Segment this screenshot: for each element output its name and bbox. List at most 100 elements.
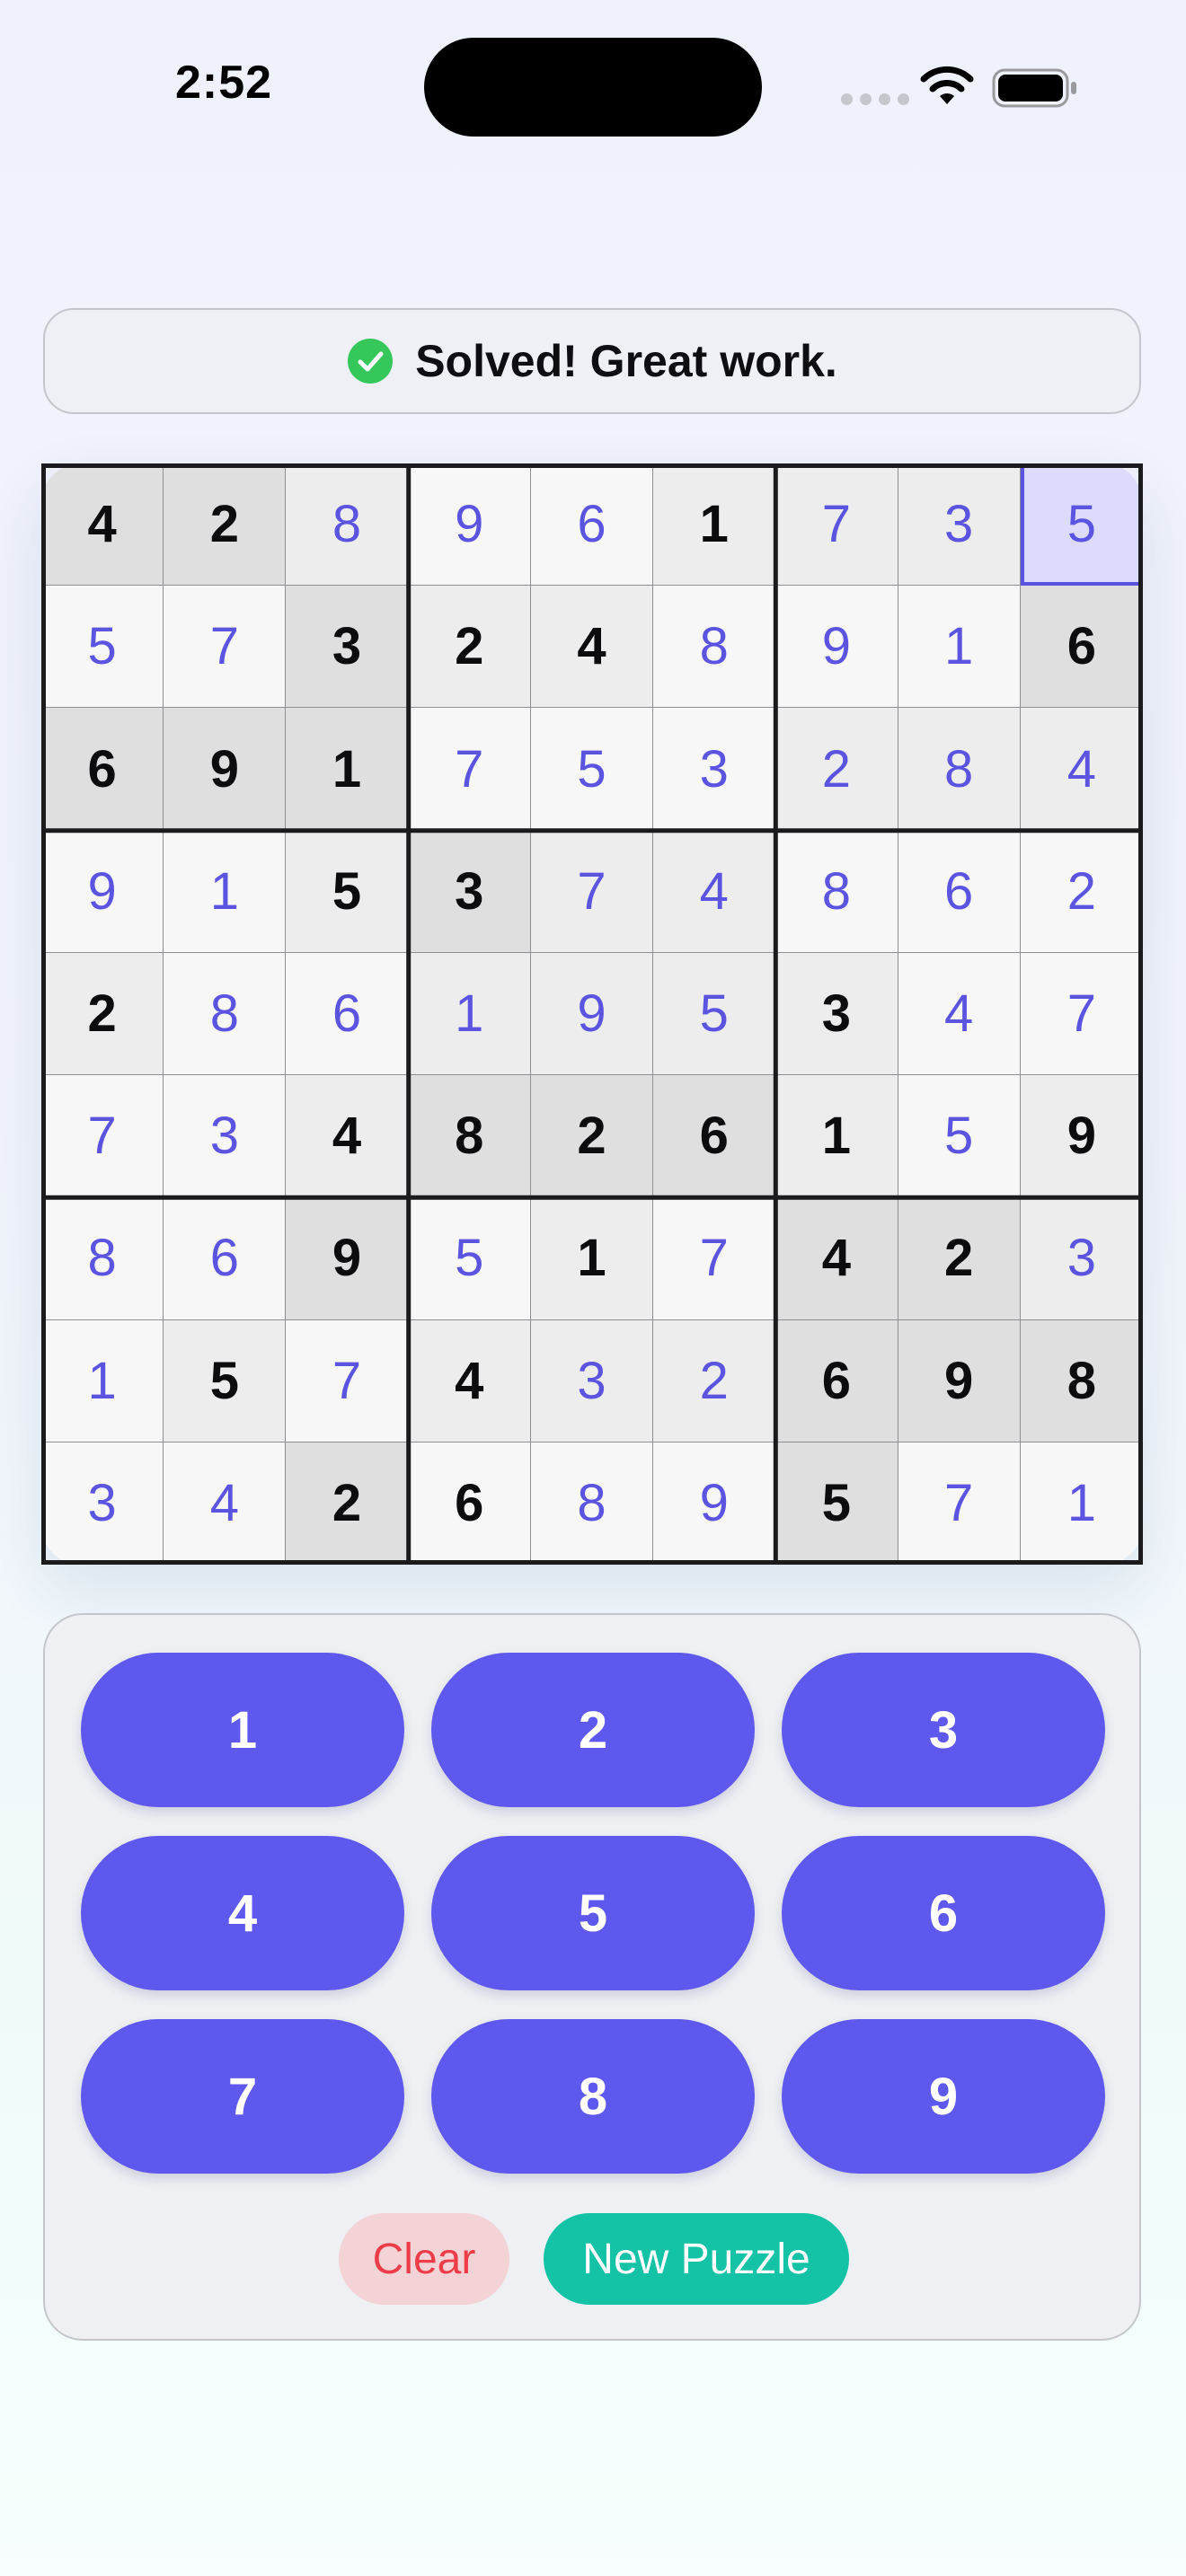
sudoku-cell[interactable]: 2	[408, 586, 531, 709]
sudoku-cell[interactable]: 1	[898, 586, 1021, 709]
sudoku-cell[interactable]: 6	[41, 708, 164, 831]
status-time: 2:52	[175, 57, 273, 109]
sudoku-cell[interactable]: 7	[408, 708, 531, 831]
sudoku-cell[interactable]: 2	[286, 1442, 409, 1565]
sudoku-cell[interactable]: 6	[898, 830, 1021, 953]
sudoku-cell[interactable]: 5	[1020, 463, 1143, 587]
sudoku-cell[interactable]: 8	[530, 1442, 654, 1565]
sudoku-cell[interactable]: 6	[286, 952, 409, 1076]
digit-key-1[interactable]: 1	[81, 1653, 404, 1807]
digit-key-2[interactable]: 2	[431, 1653, 755, 1807]
battery-icon	[992, 68, 1076, 108]
sudoku-cell[interactable]: 1	[653, 463, 776, 587]
sudoku-cell[interactable]: 8	[653, 586, 776, 709]
digit-key-3[interactable]: 3	[782, 1653, 1105, 1807]
new-puzzle-button[interactable]: New Puzzle	[544, 2213, 849, 2305]
sudoku-cell[interactable]: 7	[286, 1319, 409, 1442]
sudoku-cell[interactable]: 7	[164, 586, 287, 709]
sudoku-cell[interactable]: 7	[775, 463, 898, 587]
sudoku-cell[interactable]: 1	[164, 830, 287, 953]
sudoku-cell[interactable]: 5	[898, 1075, 1021, 1198]
sudoku-cell[interactable]: 3	[898, 463, 1021, 587]
status-bar: 2:52	[0, 0, 1186, 180]
sudoku-cell[interactable]: 8	[164, 952, 287, 1076]
sudoku-cell[interactable]: 2	[530, 1075, 654, 1198]
sudoku-cell[interactable]: 5	[164, 1319, 287, 1442]
sudoku-cell[interactable]: 9	[1020, 1075, 1143, 1198]
banner-message: Solved! Great work.	[415, 336, 837, 386]
check-circle-icon	[348, 339, 394, 384]
sudoku-cell[interactable]: 6	[530, 463, 654, 587]
sudoku-cell[interactable]: 4	[286, 1075, 409, 1198]
status-banner: Solved! Great work.	[43, 308, 1141, 414]
sudoku-cell[interactable]: 5	[775, 1442, 898, 1565]
sudoku-cell[interactable]: 4	[898, 952, 1021, 1076]
sudoku-cell[interactable]: 3	[1020, 1197, 1143, 1320]
sudoku-cell[interactable]: 8	[775, 830, 898, 953]
sudoku-cell[interactable]: 9	[653, 1442, 776, 1565]
sudoku-cell[interactable]: 9	[530, 952, 654, 1076]
sudoku-cell[interactable]: 4	[775, 1197, 898, 1320]
digit-key-5[interactable]: 5	[431, 1836, 755, 1990]
sudoku-cell[interactable]: 2	[41, 952, 164, 1076]
sudoku-cell[interactable]: 7	[898, 1442, 1021, 1565]
sudoku-cell[interactable]: 2	[1020, 830, 1143, 953]
sudoku-cell[interactable]: 4	[408, 1319, 531, 1442]
sudoku-cell[interactable]: 2	[775, 708, 898, 831]
sudoku-cell[interactable]: 5	[530, 708, 654, 831]
sudoku-cell[interactable]: 9	[41, 830, 164, 953]
sudoku-cell[interactable]: 6	[408, 1442, 531, 1565]
sudoku-cell[interactable]: 8	[41, 1197, 164, 1320]
sudoku-cell[interactable]: 2	[653, 1319, 776, 1442]
sudoku-cell[interactable]: 9	[408, 463, 531, 587]
sudoku-cell[interactable]: 9	[286, 1197, 409, 1320]
sudoku-cell[interactable]: 8	[1020, 1319, 1143, 1442]
sudoku-cell[interactable]: 7	[1020, 952, 1143, 1076]
sudoku-cell[interactable]: 1	[530, 1197, 654, 1320]
sudoku-cell[interactable]: 7	[530, 830, 654, 953]
sudoku-cell[interactable]: 2	[898, 1197, 1021, 1320]
digit-key-7[interactable]: 7	[81, 2019, 404, 2174]
sudoku-cell[interactable]: 9	[898, 1319, 1021, 1442]
sudoku-cell[interactable]: 4	[41, 463, 164, 587]
sudoku-cell[interactable]: 1	[41, 1319, 164, 1442]
sudoku-cell[interactable]: 8	[898, 708, 1021, 831]
sudoku-cell[interactable]: 5	[286, 830, 409, 953]
sudoku-cell[interactable]: 4	[653, 830, 776, 953]
sudoku-cell[interactable]: 3	[775, 952, 898, 1076]
sudoku-cell[interactable]: 9	[164, 708, 287, 831]
sudoku-cell[interactable]: 9	[775, 586, 898, 709]
sudoku-cell[interactable]: 5	[408, 1197, 531, 1320]
sudoku-cell[interactable]: 3	[164, 1075, 287, 1198]
sudoku-cell[interactable]: 6	[653, 1075, 776, 1198]
digit-key-9[interactable]: 9	[782, 2019, 1105, 2174]
clear-button[interactable]: Clear	[339, 2213, 509, 2305]
signal-dots-icon	[841, 93, 909, 105]
sudoku-cell[interactable]: 7	[41, 1075, 164, 1198]
sudoku-cell[interactable]: 4	[530, 586, 654, 709]
sudoku-cell[interactable]: 6	[1020, 586, 1143, 709]
dynamic-island	[424, 38, 762, 137]
sudoku-cell[interactable]: 6	[775, 1319, 898, 1442]
sudoku-cell[interactable]: 1	[1020, 1442, 1143, 1565]
sudoku-cell[interactable]: 8	[408, 1075, 531, 1198]
sudoku-cell[interactable]: 3	[408, 830, 531, 953]
sudoku-cell[interactable]: 5	[41, 586, 164, 709]
sudoku-cell[interactable]: 1	[286, 708, 409, 831]
sudoku-cell[interactable]: 4	[1020, 708, 1143, 831]
sudoku-cell[interactable]: 1	[408, 952, 531, 1076]
sudoku-cell[interactable]: 8	[286, 463, 409, 587]
digit-key-8[interactable]: 8	[431, 2019, 755, 2174]
sudoku-cell[interactable]: 2	[164, 463, 287, 587]
sudoku-cell[interactable]: 6	[164, 1197, 287, 1320]
digit-key-4[interactable]: 4	[81, 1836, 404, 1990]
sudoku-cell[interactable]: 7	[653, 1197, 776, 1320]
sudoku-cell[interactable]: 3	[41, 1442, 164, 1565]
sudoku-cell[interactable]: 1	[775, 1075, 898, 1198]
digit-key-6[interactable]: 6	[782, 1836, 1105, 1990]
sudoku-cell[interactable]: 3	[286, 586, 409, 709]
sudoku-cell[interactable]: 3	[653, 708, 776, 831]
sudoku-cell[interactable]: 5	[653, 952, 776, 1076]
sudoku-cell[interactable]: 3	[530, 1319, 654, 1442]
sudoku-cell[interactable]: 4	[164, 1442, 287, 1565]
